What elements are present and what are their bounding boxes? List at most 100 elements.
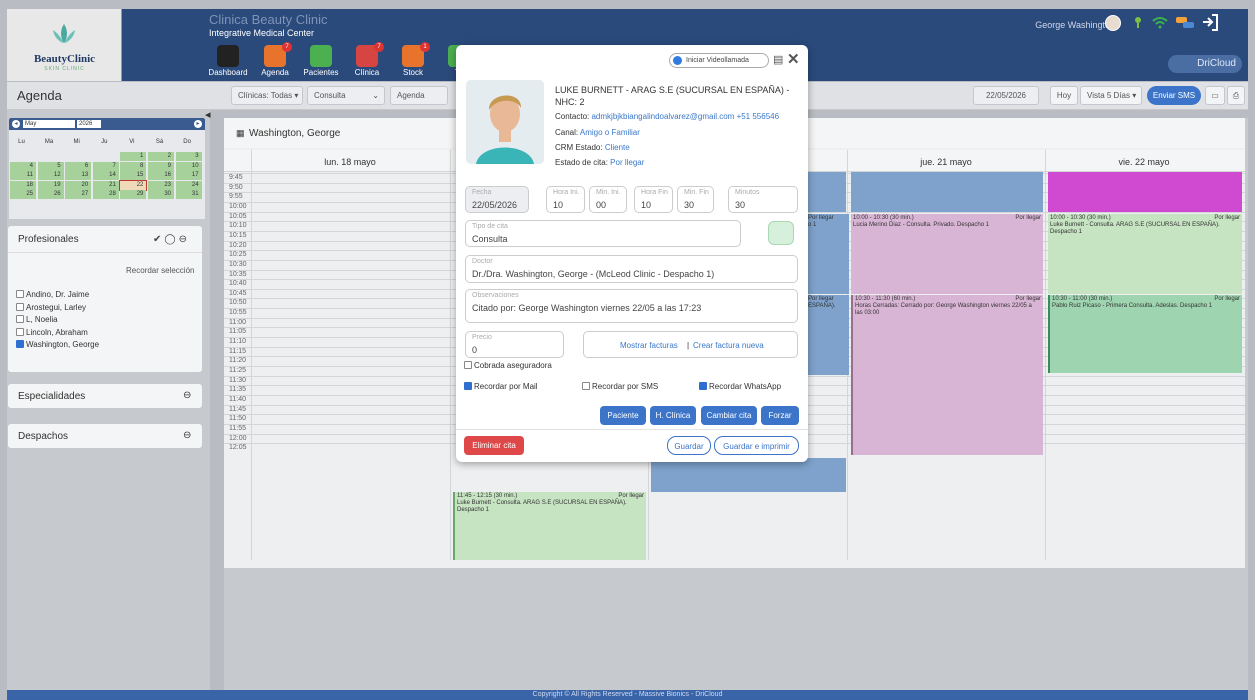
nav-label[interactable]: Stock: [388, 68, 438, 77]
professional-checkbox[interactable]: Lincoln, Abraham: [16, 327, 88, 337]
especialidades-panel[interactable]: Especialidades ⊖: [8, 384, 202, 408]
start-min-field[interactable]: Min. Ini. 00: [589, 186, 627, 213]
calendar-day[interactable]: 6: [65, 161, 92, 171]
calendar-day[interactable]: 14: [92, 171, 119, 180]
show-invoices-link[interactable]: Mostrar facturas: [620, 341, 678, 350]
calendar-day[interactable]: 10: [175, 161, 202, 171]
profesionales-actions[interactable]: ✔◯⊖: [153, 234, 190, 245]
date-input[interactable]: 22/05/2026: [973, 86, 1039, 105]
start-hour-field[interactable]: Hora Ini. 10: [546, 186, 585, 213]
price-field[interactable]: Precio 0: [465, 331, 564, 358]
nav-label[interactable]: Agenda: [250, 68, 300, 77]
calendar-day[interactable]: 21: [92, 180, 119, 190]
event-block[interactable]: [851, 172, 1043, 212]
force-button[interactable]: Forzar: [761, 406, 799, 425]
expand-icon[interactable]: ⊖: [183, 390, 191, 401]
remind-whatsapp-checkbox[interactable]: Recordar WhatsApp: [699, 382, 781, 391]
notes-icon[interactable]: ▤: [773, 53, 783, 66]
calendar-day[interactable]: 18: [10, 180, 36, 190]
event-block[interactable]: Por llegar 10:00 - 10:30 (30 min.) Lucia M…: [851, 214, 1043, 294]
event-block[interactable]: Por llegar 10:30 - 11:30 (60 min.) Horas C…: [851, 295, 1043, 455]
expand-icon[interactable]: ⊖: [183, 430, 191, 441]
next-month-icon[interactable]: ▸: [194, 120, 202, 128]
save-print-button[interactable]: Guardar e imprimir: [714, 436, 799, 455]
professional-checkbox[interactable]: Washington, George: [16, 340, 99, 349]
remember-selection[interactable]: Recordar selección: [126, 266, 194, 275]
remind-mail-checkbox[interactable]: Recordar por Mail: [464, 382, 538, 391]
calendar-day[interactable]: 12: [37, 171, 64, 180]
doctor-field[interactable]: Doctor Dr./Dra. Washington, George - (McL…: [465, 255, 798, 283]
crm-value[interactable]: Cliente: [605, 143, 630, 152]
change-appointment-button[interactable]: Cambiar cita: [701, 406, 757, 425]
calendar-day[interactable]: 17: [175, 171, 202, 180]
create-invoice-link[interactable]: Crear factura nueva: [693, 341, 764, 350]
calendar-day[interactable]: 16: [148, 171, 174, 180]
calendar-day[interactable]: 30: [148, 190, 174, 199]
save-button[interactable]: Guardar: [667, 436, 711, 455]
end-hour-field[interactable]: Hora Fin 10: [634, 186, 673, 213]
calendar-day[interactable]: 13: [65, 171, 92, 180]
date-field[interactable]: Fecha 22/05/2026: [465, 186, 529, 213]
prev-month-icon[interactable]: ◂: [12, 120, 20, 128]
calendar-day[interactable]: 3: [175, 152, 202, 161]
despachos-panel[interactable]: Despachos ⊖: [8, 424, 202, 448]
calendar-day[interactable]: 25: [10, 190, 36, 199]
calendar-day[interactable]: 9: [148, 161, 174, 171]
dashboard-icon[interactable]: [217, 45, 239, 67]
view-select[interactable]: Vista 5 Días ▾: [1080, 86, 1142, 105]
remind-sms-checkbox[interactable]: Recordar por SMS: [582, 382, 658, 391]
estado-value[interactable]: Por llegar: [610, 158, 644, 167]
brand-logo[interactable]: BeautyClinic SKIN CLINIC: [7, 9, 122, 81]
today-button[interactable]: Hoy: [1050, 86, 1078, 105]
calendar-day[interactable]: 8: [120, 161, 147, 171]
agenda-select[interactable]: Agenda: [390, 86, 448, 105]
contact-link[interactable]: admkjbjkbiangalindoalvarez@gmail.com +51…: [591, 112, 779, 121]
nav-label[interactable]: Clínica: [342, 68, 392, 77]
color-swatch[interactable]: [768, 221, 794, 245]
professional-checkbox[interactable]: Andino, Dr. Jaime: [16, 290, 89, 299]
event-block[interactable]: Por llegar 10:00 - 10:30 (30 min.) Luke Bu…: [1048, 214, 1242, 294]
calendar-day[interactable]: 4: [10, 161, 36, 171]
nav-label[interactable]: Dashboard: [203, 68, 253, 77]
end-min-field[interactable]: Min. Fin 30: [677, 186, 714, 213]
calendar-day[interactable]: 28: [92, 190, 119, 199]
minutes-field[interactable]: Minutos 30: [728, 186, 798, 213]
calendar-day[interactable]: 22: [119, 179, 148, 191]
video-call-button[interactable]: Iniciar Videollamada: [669, 53, 769, 68]
calendar-day[interactable]: 2: [148, 152, 174, 161]
calendar-day[interactable]: 31: [175, 190, 202, 199]
canal-value[interactable]: Amigo o Familiar: [580, 128, 640, 137]
patient-icon[interactable]: [310, 45, 332, 67]
calendar-day[interactable]: 19: [37, 180, 64, 190]
collapse-sidebar-icon[interactable]: ◂: [205, 108, 211, 121]
appointment-type-field[interactable]: Tipo de cita Consulta: [465, 220, 741, 247]
send-sms-button[interactable]: Enviar SMS: [1147, 86, 1201, 105]
print-icon[interactable]: ⎙: [1227, 86, 1245, 105]
logout-icon[interactable]: [1201, 14, 1219, 31]
calendar-day[interactable]: 15: [120, 171, 147, 180]
insurer-paid-checkbox[interactable]: Cobrada aseguradora: [464, 361, 552, 370]
wifi-icon[interactable]: [1152, 16, 1168, 29]
nav-label[interactable]: Pacientes: [296, 68, 346, 77]
consulta-select[interactable]: Consulta ⌄: [307, 86, 385, 105]
professional-checkbox[interactable]: Arostegui, Larley: [16, 302, 86, 312]
month-select[interactable]: May: [23, 120, 75, 128]
sms-config-icon[interactable]: ▭: [1205, 86, 1225, 105]
event-block[interactable]: [1048, 172, 1242, 212]
calendar-day[interactable]: 7: [92, 161, 119, 171]
user-name[interactable]: George Washington: [1035, 20, 1115, 30]
year-select[interactable]: 2026: [77, 120, 101, 128]
delete-appointment-button[interactable]: Eliminar cita: [464, 436, 524, 455]
clinical-history-button[interactable]: H. Clínica: [650, 406, 696, 425]
close-icon[interactable]: ✕: [787, 50, 800, 68]
event-block[interactable]: [651, 458, 846, 492]
swap-icon[interactable]: [1176, 16, 1194, 29]
calendar-day[interactable]: 1: [120, 152, 147, 161]
calendar-day[interactable]: 24: [175, 180, 202, 190]
calendar-day[interactable]: 29: [120, 190, 147, 199]
calendar-day[interactable]: 20: [65, 180, 92, 190]
observations-field[interactable]: Observaciones Citado por: George Washingt…: [465, 289, 798, 323]
professional-checkbox[interactable]: L, Noelia: [16, 315, 58, 324]
event-block[interactable]: Por llegar 11:45 - 12:15 (30 min.) Luke Bu…: [453, 492, 646, 560]
event-block[interactable]: Por llegar o 1: [806, 214, 849, 294]
